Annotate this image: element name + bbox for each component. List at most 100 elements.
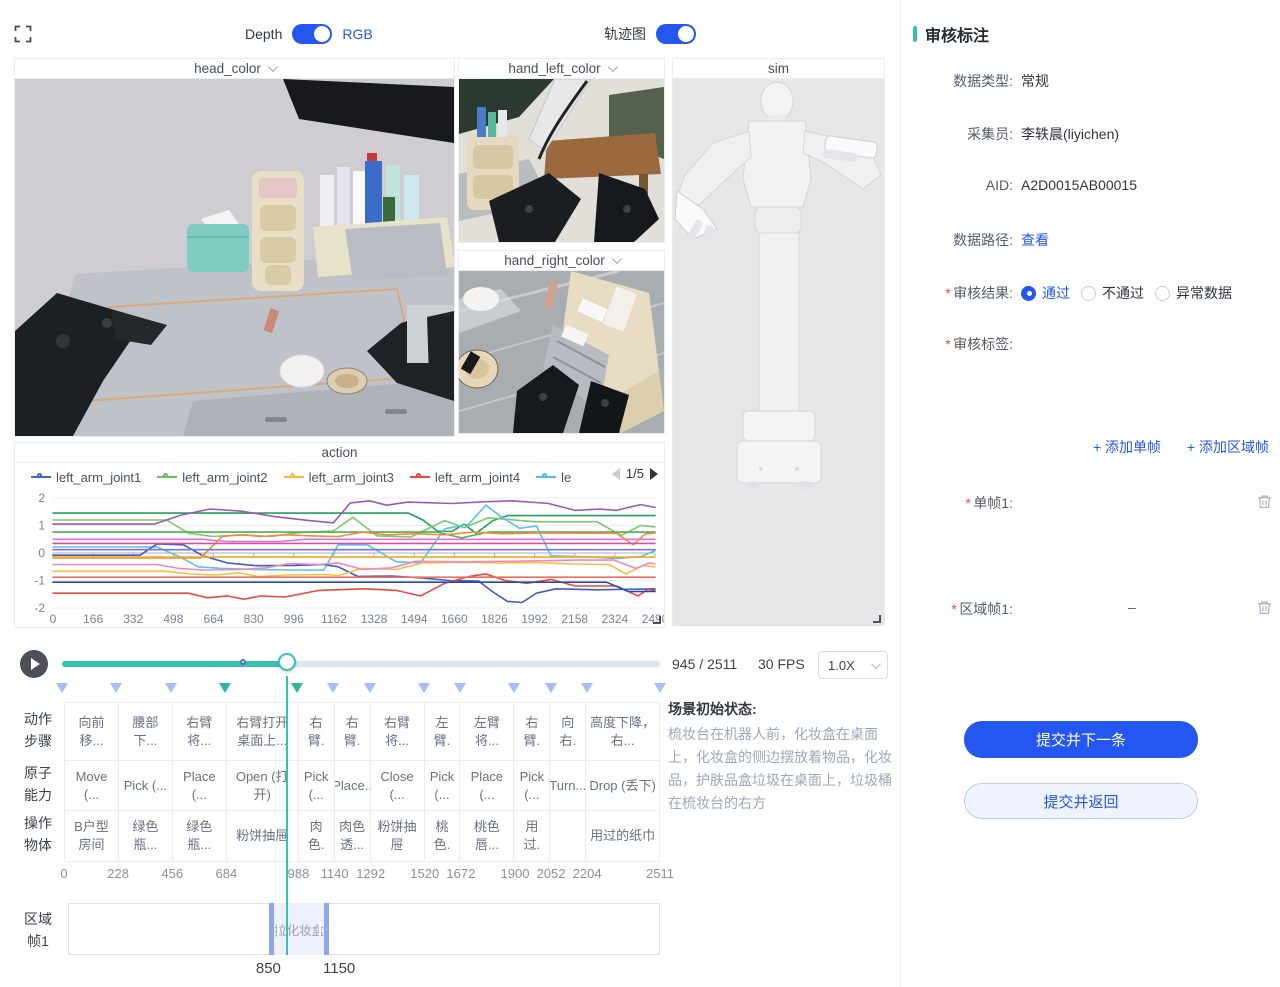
timeline-marker-icon[interactable]	[219, 683, 231, 693]
hand-left-camera-selector[interactable]: hand_left_color	[459, 59, 664, 79]
depth-rgb-switch[interactable]	[292, 24, 332, 44]
action-chart-title: action	[15, 443, 664, 463]
legend-item[interactable]: left_arm_joint2	[157, 470, 267, 485]
steps-axis-tick: 1292	[356, 866, 385, 881]
timeline-marker-icon[interactable]	[327, 683, 339, 693]
required-asterisk: *	[951, 601, 956, 617]
review-result-option[interactable]: 异常数据	[1155, 283, 1232, 303]
legend-page-indicator: 1/5	[626, 466, 644, 481]
region-frame-label: *区域帧1:	[901, 599, 1013, 619]
resize-corner-icon[interactable]	[873, 615, 881, 623]
timeline-handle[interactable]	[278, 653, 296, 671]
legend-item[interactable]: left_arm_joint4	[410, 470, 520, 485]
add-region-frame-link[interactable]: + 添加区域帧	[1187, 439, 1269, 455]
legend-item[interactable]: le	[536, 470, 571, 485]
single-frame-label: *单帧1:	[901, 493, 1013, 513]
svg-text:332: 332	[123, 612, 143, 626]
steps-axis-tick: 1672	[446, 866, 475, 881]
review-result-option[interactable]: 不通过	[1081, 283, 1144, 303]
region-tick-label: 1150	[323, 960, 355, 977]
timeline-marker-icon[interactable]	[454, 683, 466, 693]
timeline-marker-icon[interactable]	[545, 683, 557, 693]
field-region-frame: *区域帧1:	[901, 599, 1280, 619]
head-camera-title: head_color	[194, 61, 261, 76]
timeline-marker-icon[interactable]	[364, 683, 376, 693]
object-cell: 粉饼抽屉	[371, 811, 425, 861]
delete-single-frame-icon[interactable]	[1257, 494, 1272, 509]
row-label-action-steps: 动作步骤	[20, 708, 56, 752]
field-data-type: 数据类型: 常规	[901, 71, 1280, 91]
sim-panel: sim	[672, 58, 885, 626]
timeline-marker-icon[interactable]	[508, 683, 520, 693]
radio-icon[interactable]	[1021, 286, 1036, 301]
timeline-marker-icon[interactable]	[654, 683, 666, 693]
speed-value: 1.0X	[828, 658, 855, 673]
sim-viewport[interactable]	[673, 79, 884, 626]
review-result-option[interactable]: 通过	[1021, 283, 1070, 303]
hand-right-camera-selector[interactable]: hand_right_color	[459, 251, 664, 271]
timeline-marker-icon[interactable]	[110, 683, 122, 693]
head-camera-selector[interactable]: head_color	[15, 59, 454, 79]
legend-marker-icon	[284, 476, 304, 478]
scene-title: 场景初始状态:	[668, 699, 896, 719]
field-collector: 采集员: 李轶晨(liyichen)	[901, 124, 1280, 144]
chevron-down-icon	[612, 254, 622, 264]
legend-label: left_arm_joint4	[435, 470, 520, 485]
atomic-ability-cell: Place (...	[173, 761, 227, 810]
add-single-frame-link[interactable]: + 添加单帧	[1093, 439, 1161, 455]
action-step-cell: 右臂.	[335, 703, 371, 760]
play-button[interactable]	[20, 650, 48, 678]
action-chart-title-label: action	[321, 445, 357, 460]
fullscreen-icon[interactable]	[14, 25, 32, 43]
radio-icon[interactable]	[1081, 286, 1096, 301]
hand-right-camera-panel: hand_right_color	[458, 250, 665, 434]
svg-text:664: 664	[204, 612, 224, 626]
delete-region-frame-icon[interactable]	[1257, 600, 1272, 615]
playback-speed-select[interactable]: 1.0X	[818, 651, 888, 679]
legend-label: left_arm_joint1	[56, 470, 141, 485]
legend-label: left_arm_joint3	[309, 470, 394, 485]
submit-next-button[interactable]: 提交并下一条	[964, 721, 1198, 758]
data-path-view-link[interactable]: 查看	[1021, 230, 1049, 250]
timeline-marker-icon[interactable]	[418, 683, 430, 693]
action-chart-plot[interactable]: 210-1-2016633249866483099611621328149416…	[15, 490, 664, 628]
svg-text:1660: 1660	[441, 612, 468, 626]
action-step-cell: 右臂将...	[371, 703, 425, 760]
hand-left-camera-panel: hand_left_color	[458, 58, 665, 243]
radio-icon[interactable]	[1155, 286, 1170, 301]
timeline-slider[interactable]	[62, 661, 660, 667]
field-data-path: 数据路径: 查看	[901, 230, 1280, 250]
legend-item[interactable]: left_arm_joint3	[284, 470, 394, 485]
action-step-cell: 左臂.	[425, 703, 461, 760]
hand-left-camera-image	[459, 79, 664, 242]
steps-axis-tick: 684	[215, 866, 237, 881]
timeline-markers	[0, 683, 900, 697]
timeline-marker-icon[interactable]	[291, 683, 303, 693]
submit-back-button[interactable]: 提交并返回	[964, 783, 1198, 819]
radio-option-label: 通过	[1042, 283, 1070, 303]
review-title: 审核标注	[925, 22, 989, 46]
legend-next-icon[interactable]	[650, 468, 658, 480]
collector-value: 李轶晨(liyichen)	[1021, 124, 1119, 144]
atomic-ability-cell: Pick (...	[425, 761, 461, 810]
object-cell: 桃色.	[425, 811, 461, 861]
action-step-cell: 右臂.	[299, 703, 335, 760]
trajectory-switch[interactable]	[656, 24, 696, 44]
svg-text:0: 0	[50, 612, 57, 626]
timeline-marker-icon[interactable]	[56, 683, 68, 693]
frame-counter: 945 / 2511	[672, 656, 737, 672]
region-frame-track[interactable]: 拉化妆盒	[68, 903, 660, 955]
svg-text:996: 996	[284, 612, 304, 626]
timeline-marker-icon[interactable]	[581, 683, 593, 693]
action-step-cell: 右臂.	[514, 703, 550, 760]
atomic-ability-cell: Pick (...	[299, 761, 335, 810]
data-type-label: 数据类型:	[901, 71, 1013, 91]
legend-pager: 1/5	[606, 466, 658, 481]
region-frame-segment[interactable]: 拉化妆盒	[269, 903, 330, 955]
region-tick-label: 850	[256, 960, 281, 977]
object-cell: B户型房间	[65, 811, 119, 861]
timeline-marker-icon[interactable]	[165, 683, 177, 693]
resize-corner-icon[interactable]	[653, 616, 661, 624]
legend-item[interactable]: left_arm_joint1	[31, 470, 141, 485]
legend-prev-icon[interactable]	[612, 468, 620, 480]
